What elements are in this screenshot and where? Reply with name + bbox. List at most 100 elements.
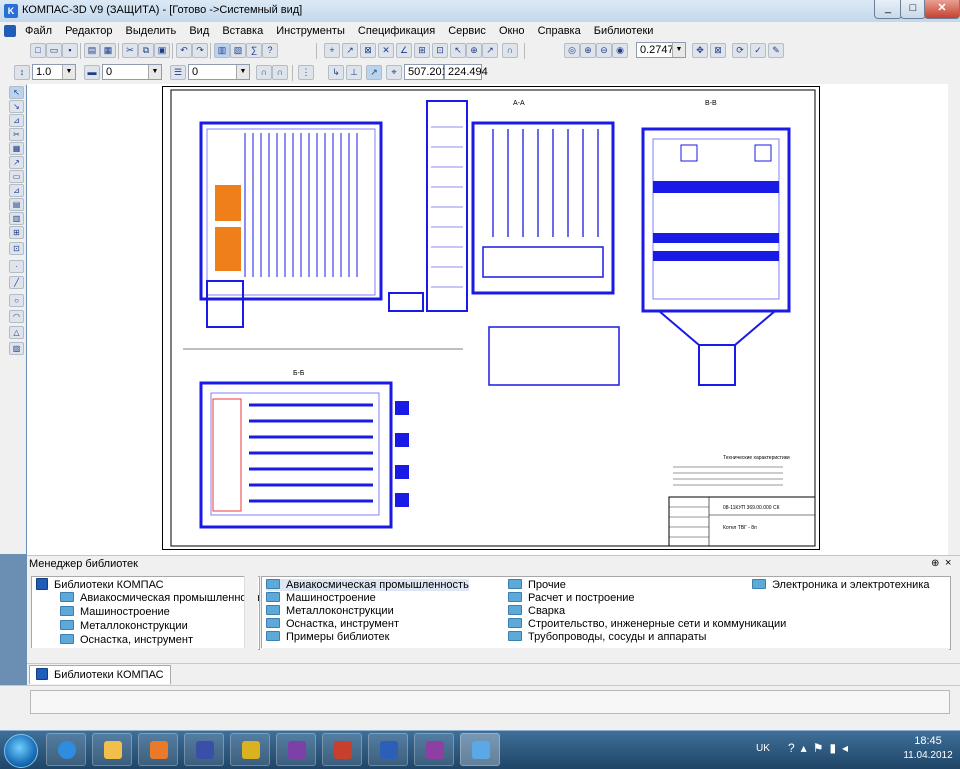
library-tree[interactable]: Библиотеки КОМПАС Авиакосмическая промыш…	[31, 576, 260, 650]
pan-icon[interactable]: ✥	[692, 43, 708, 58]
pin-icon[interactable]: ⊕	[931, 558, 939, 569]
snap-center-icon[interactable]: ⊕	[466, 43, 482, 58]
geometry-icon[interactable]: ↖	[9, 86, 24, 99]
menu-service[interactable]: Сервис	[443, 23, 491, 39]
tree-item[interactable]: Авиакосмическая промышленность	[60, 592, 259, 604]
layer-state-icon[interactable]: ▬	[84, 65, 100, 80]
copy-icon[interactable]: ⧉	[138, 43, 154, 58]
tab-kompas-libraries[interactable]: Библиотеки КОМПАС	[29, 665, 171, 684]
parametrization-icon[interactable]: ▦	[9, 142, 24, 155]
close-panel-button[interactable]: ×	[945, 557, 951, 569]
language-indicator[interactable]: UK	[756, 743, 770, 754]
minimize-button[interactable]: _	[874, 0, 902, 19]
properties-icon[interactable]: ✓	[750, 43, 766, 58]
taskbar-app[interactable]	[230, 733, 270, 766]
spec-icon[interactable]: ▤	[9, 198, 24, 211]
tree-item[interactable]: Оснастка, инструмент	[60, 634, 193, 646]
reports-icon[interactable]: ▥	[9, 212, 24, 225]
print-preview-icon[interactable]: ▦	[100, 43, 116, 58]
cursor-y-field[interactable]: 224.494	[444, 64, 488, 80]
list-item[interactable]: Сварка	[508, 605, 565, 617]
tree-vertical-scrollbar[interactable]	[244, 576, 258, 648]
help-pointer-icon[interactable]: ?	[262, 43, 278, 58]
measure-tool-icon[interactable]: ↗	[9, 156, 24, 169]
list-item[interactable]: Трубопроводы, сосуды и аппараты	[508, 631, 706, 643]
tree-item[interactable]: Металлоконструкции	[60, 620, 188, 632]
variables-icon[interactable]: ∑	[246, 43, 262, 58]
list-item[interactable]: Машиностроение	[266, 592, 376, 604]
list-item[interactable]: Авиакосмическая промышленность	[266, 579, 469, 591]
menu-view[interactable]: Вид	[184, 23, 214, 39]
snap-middle-icon[interactable]: ⊡	[432, 43, 448, 58]
show-all-icon[interactable]: ⊠	[710, 43, 726, 58]
menu-file[interactable]: Файл	[20, 23, 57, 39]
menu-specification[interactable]: Спецификация	[353, 23, 440, 39]
insert-icon[interactable]: ⊞	[9, 226, 24, 239]
list-item[interactable]: Прочие	[508, 579, 566, 591]
cursor-coords-icon[interactable]: ↗	[366, 65, 382, 80]
selection-icon[interactable]: ▭	[9, 170, 24, 183]
start-button[interactable]	[4, 734, 38, 768]
snap-magnet-icon[interactable]: ∩	[256, 65, 272, 80]
menu-window[interactable]: Окно	[494, 23, 530, 39]
list-item[interactable]: Примеры библиотек	[266, 631, 389, 643]
snap-angle-icon[interactable]: ∠	[396, 43, 412, 58]
list-horizontal-scrollbar[interactable]	[261, 648, 949, 659]
point-icon[interactable]: ·	[9, 260, 24, 273]
taskbar-ie[interactable]	[46, 733, 86, 766]
magnet-icon[interactable]: ∩	[502, 43, 518, 58]
snap-off-icon[interactable]: ∩	[272, 65, 288, 80]
vertical-scrollbar[interactable]	[948, 84, 960, 555]
hatch-icon[interactable]: ▨	[9, 342, 24, 355]
snap-icon[interactable]: +	[324, 43, 340, 58]
snap-tangent-icon[interactable]: ↗	[482, 43, 498, 58]
library-manager-icon[interactable]: ▧	[230, 43, 246, 58]
taskbar-app[interactable]	[276, 733, 316, 766]
menu-libraries[interactable]: Библиотеки	[589, 23, 659, 39]
taskbar-app[interactable]	[322, 733, 362, 766]
open-icon[interactable]: ▭	[46, 43, 62, 58]
taskbar-word[interactable]	[368, 733, 408, 766]
redo-icon[interactable]: ↷	[192, 43, 208, 58]
designations-icon[interactable]: ⊿	[9, 114, 24, 127]
snap-grid-icon[interactable]: ⊞	[414, 43, 430, 58]
paste-icon[interactable]: ▣	[154, 43, 170, 58]
menu-insert[interactable]: Вставка	[217, 23, 268, 39]
style-field[interactable]: 0 ▼	[102, 64, 162, 80]
zoom-field[interactable]: 0.2747 ▼	[636, 42, 686, 58]
clock-date[interactable]: 11.04.2012	[898, 750, 958, 761]
local-cs-icon[interactable]: ↳	[328, 65, 344, 80]
clock-time[interactable]: 18:45	[898, 735, 958, 747]
undo-icon[interactable]: ↶	[176, 43, 192, 58]
tree-item[interactable]: Машиностроение	[60, 606, 170, 618]
layer-icon[interactable]: ☰	[170, 65, 186, 80]
taskbar-kompas[interactable]	[460, 733, 500, 766]
layer-field[interactable]: 0 ▼	[188, 64, 250, 80]
maximize-button[interactable]: □	[900, 0, 926, 19]
save-icon[interactable]: ▪	[62, 43, 78, 58]
panel-icon[interactable]: ▥	[214, 43, 230, 58]
orto-mode-icon[interactable]: ⊥	[346, 65, 362, 80]
snap-intersect-icon[interactable]: ✕	[378, 43, 394, 58]
zoom-out-icon[interactable]: ⊖	[596, 43, 612, 58]
menu-help[interactable]: Справка	[533, 23, 586, 39]
cursor-x-field[interactable]: 507.201	[404, 64, 448, 80]
chevron-down-icon[interactable]: ▼	[62, 65, 75, 79]
zoom-in-icon[interactable]: ⊕	[580, 43, 596, 58]
refresh-icon[interactable]: ⟳	[732, 43, 748, 58]
zoom-previous-icon[interactable]: ◉	[612, 43, 628, 58]
edit-icon[interactable]: ✂	[9, 128, 24, 141]
circle-icon[interactable]: ○	[9, 294, 24, 307]
snap-nearest-icon[interactable]: ⊠	[360, 43, 376, 58]
list-item[interactable]: Металлоконструкции	[266, 605, 394, 617]
fragment-icon[interactable]: ⊡	[9, 242, 24, 255]
list-item[interactable]: Оснастка, инструмент	[266, 618, 399, 630]
list-item[interactable]: Строительство, инженерные сети и коммуни…	[508, 618, 786, 630]
list-item[interactable]: Электроника и электротехника	[752, 579, 930, 591]
print-icon[interactable]: ▤	[84, 43, 100, 58]
document-icon[interactable]	[4, 25, 16, 37]
arc-icon[interactable]: ◠	[9, 310, 24, 323]
line-icon[interactable]: ╱	[9, 276, 24, 289]
taskbar-explorer[interactable]	[92, 733, 132, 766]
drawing-sheet[interactable]: А-А В-В Б-Б Технические характеристики 0…	[162, 86, 820, 550]
